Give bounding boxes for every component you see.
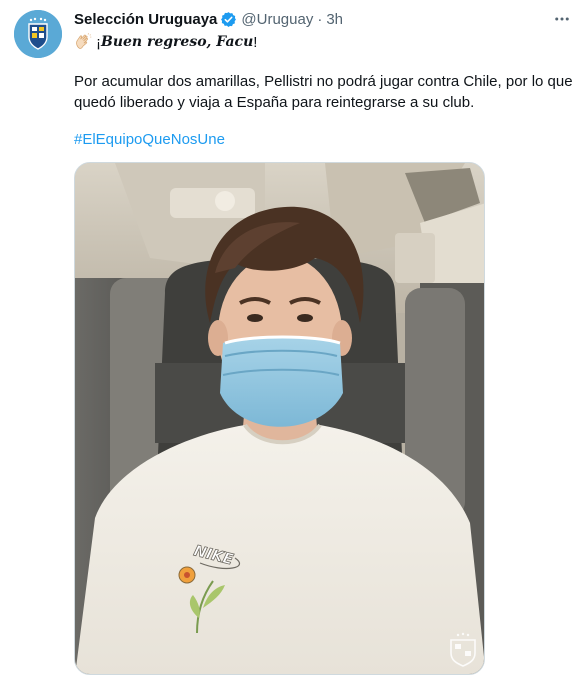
avatar[interactable]: [14, 10, 62, 58]
greeting-emphasis: Buen regreso, Facu: [101, 34, 254, 50]
hashtag-link[interactable]: #ElEquipoQueNosUne: [74, 131, 225, 148]
tweet-timestamp[interactable]: 3h: [326, 11, 343, 28]
greeting-suffix: !: [253, 33, 258, 51]
clapping-hands-icon: [74, 33, 92, 51]
separator-dot: ·: [317, 10, 323, 28]
tweet-photo[interactable]: NIKE: [74, 162, 485, 675]
account-handle[interactable]: @Uruguay: [241, 11, 313, 28]
display-name[interactable]: Selección Uruguaya: [74, 11, 217, 28]
more-options-icon[interactable]: [552, 10, 572, 28]
selfie-photo: NIKE: [75, 163, 484, 674]
tweet[interactable]: Selección Uruguaya @Uruguay · 3h ¡ Buen …: [0, 0, 586, 679]
tweet-header: Selección Uruguaya @Uruguay · 3h: [74, 9, 343, 29]
tweet-first-line: ¡ Buen regreso, Facu !: [74, 31, 257, 53]
auf-crest-icon: [14, 10, 62, 58]
verified-badge-icon: [220, 11, 237, 28]
tweet-body: Por acumular dos amarillas, Pellistri no…: [74, 73, 573, 111]
